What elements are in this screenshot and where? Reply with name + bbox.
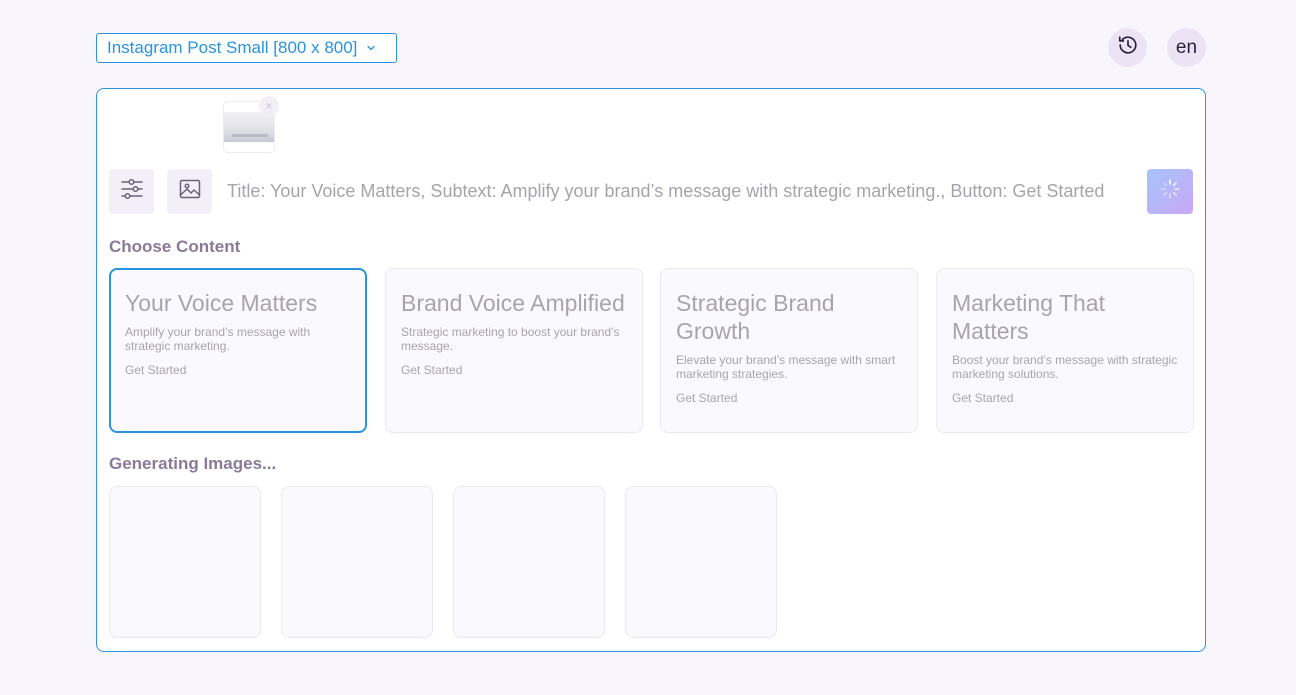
choose-content-heading: Choose Content: [109, 237, 241, 256]
image-placeholder: [625, 486, 777, 638]
content-card-subtext: Boost your brand’s message with strategi…: [952, 353, 1178, 381]
content-card[interactable]: Brand Voice Amplified Strategic marketin…: [385, 268, 643, 433]
settings-button[interactable]: [109, 169, 154, 214]
image-placeholder: [281, 486, 433, 638]
content-card-title: Your Voice Matters: [125, 290, 318, 316]
content-card-title: Strategic Brand Growth: [676, 290, 835, 344]
size-select-value: Instagram Post Small [800 x 800]: [107, 38, 358, 57]
prompt-input[interactable]: [227, 175, 1127, 207]
content-card-subtext: Elevate your brand’s message with smart …: [676, 353, 896, 381]
image-icon: [178, 177, 202, 206]
content-card[interactable]: Your Voice Matters Amplify your brand’s …: [109, 268, 367, 433]
content-card-title: Brand Voice Amplified: [401, 290, 625, 316]
sliders-icon: [120, 177, 144, 206]
content-card-subtext: Amplify your brand’s message with strate…: [125, 325, 311, 353]
image-placeholder: [109, 486, 261, 638]
add-image-button[interactable]: [167, 169, 212, 214]
editor-panel: × Title: Your Voice Matters, Subtext: Am…: [96, 88, 1206, 652]
history-icon: [1117, 34, 1139, 61]
content-card-title: Marketing That Matters: [952, 290, 1105, 344]
content-card[interactable]: Strategic Brand Growth Elevate your bran…: [660, 268, 918, 433]
content-card-button-text: Get Started: [401, 363, 463, 377]
content-card[interactable]: Marketing That Matters Boost your brand’…: [936, 268, 1194, 433]
content-card-button-text: Get Started: [125, 363, 187, 377]
generate-button[interactable]: [1147, 169, 1193, 214]
loading-spinner-icon: [1159, 178, 1181, 205]
generating-images-heading: Generating Images...: [109, 454, 277, 473]
content-card-button-text: Get Started: [676, 391, 738, 405]
content-card-button-text: Get Started: [952, 391, 1014, 405]
content-card-subtext: Strategic marketing to boost your brand’…: [401, 325, 620, 353]
language-button[interactable]: en: [1167, 28, 1206, 67]
size-select[interactable]: Instagram Post Small [800 x 800]: [96, 33, 397, 63]
language-label: en: [1175, 36, 1198, 58]
uploaded-image: [224, 112, 274, 142]
image-placeholder: [453, 486, 605, 638]
history-button[interactable]: [1108, 28, 1147, 67]
remove-image-button[interactable]: ×: [259, 96, 279, 116]
chevron-down-icon: [366, 43, 376, 53]
